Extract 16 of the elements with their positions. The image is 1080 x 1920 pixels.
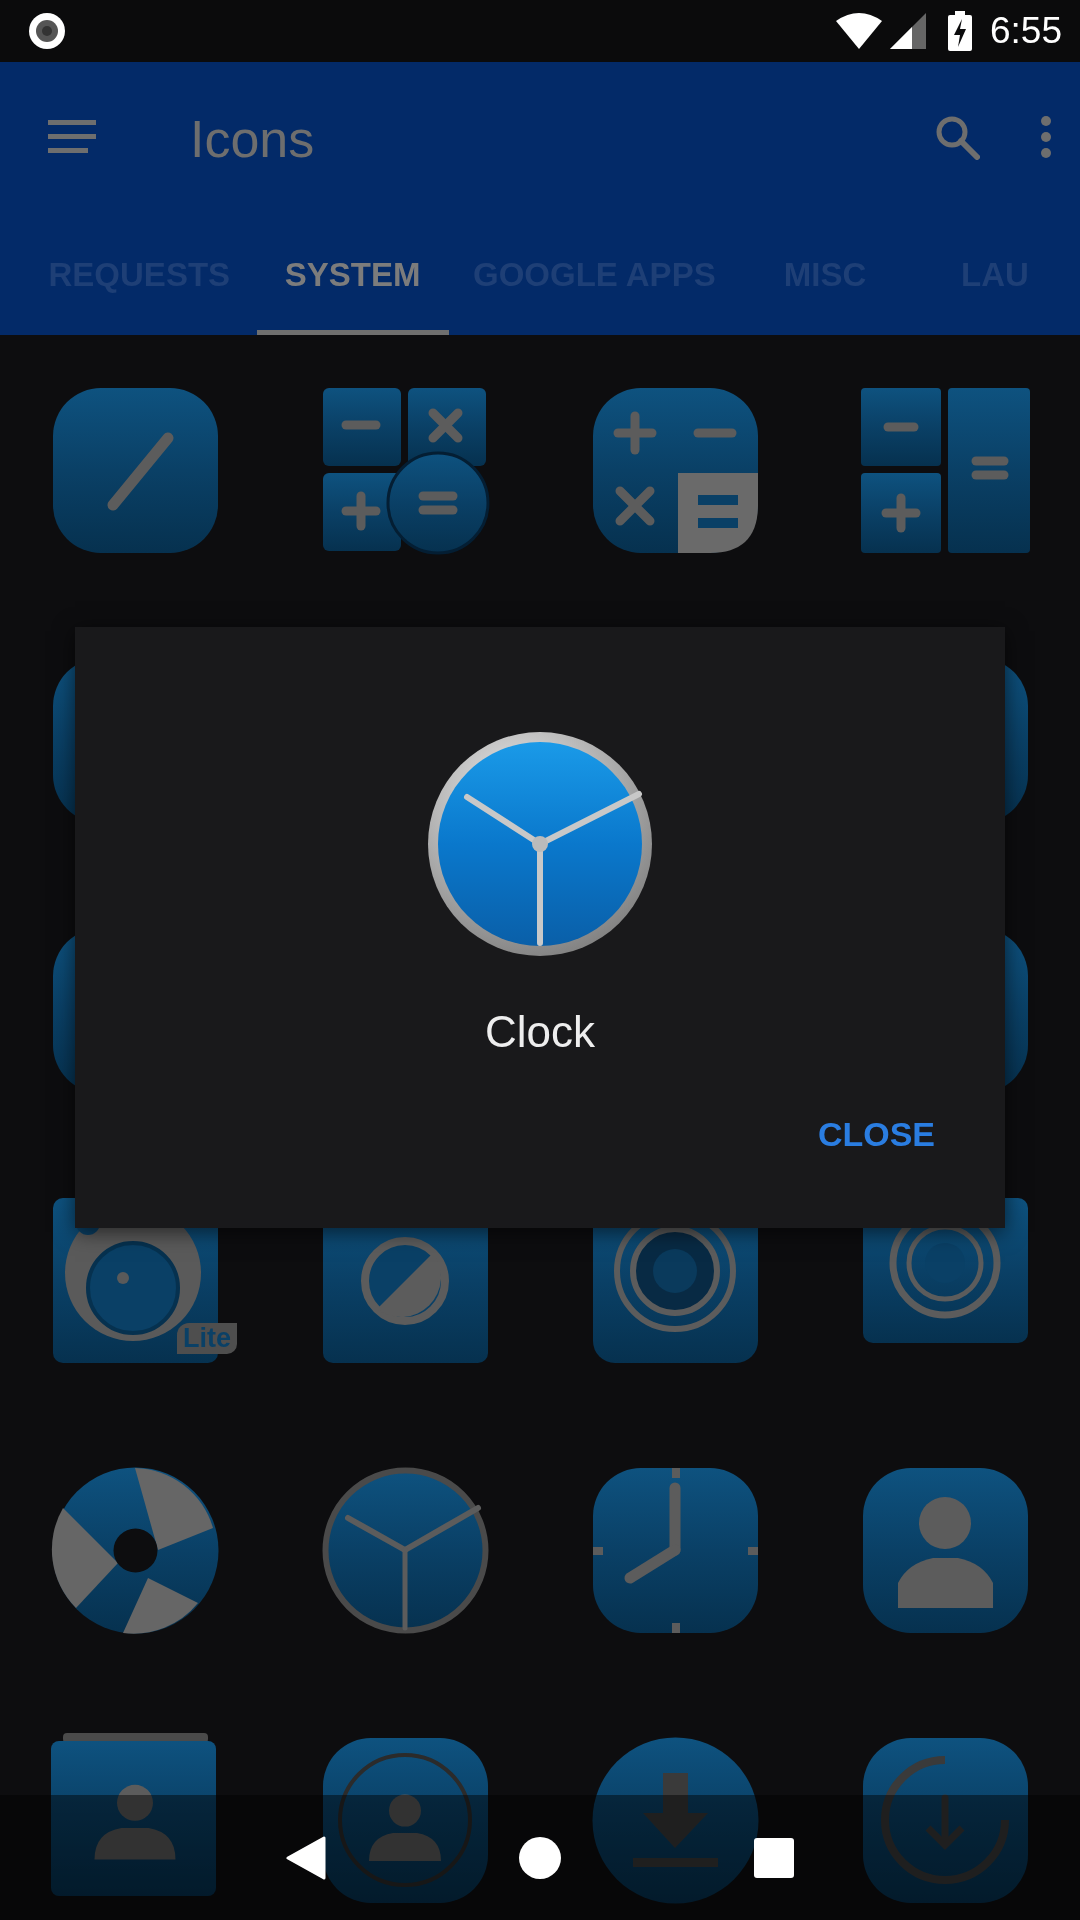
wifi-icon — [836, 13, 882, 49]
back-button[interactable] — [286, 1835, 327, 1880]
dialog-title: Clock — [485, 1007, 595, 1057]
home-button[interactable] — [519, 1836, 561, 1879]
app-title: Icons — [190, 108, 316, 169]
close-button[interactable]: CLOSE — [807, 1105, 945, 1164]
battery-charging-icon — [948, 11, 972, 51]
lite-badge: Lite — [177, 1323, 237, 1354]
clock-time: 6:55 — [990, 10, 1062, 52]
record-icon — [28, 12, 66, 50]
more-options-icon[interactable] — [1040, 116, 1052, 161]
search-icon[interactable] — [934, 114, 980, 163]
clock-icon — [427, 731, 653, 957]
tab[interactable]: SYSTEM — [256, 215, 449, 335]
recents-button[interactable] — [753, 1837, 794, 1878]
signal-icon — [890, 13, 926, 49]
